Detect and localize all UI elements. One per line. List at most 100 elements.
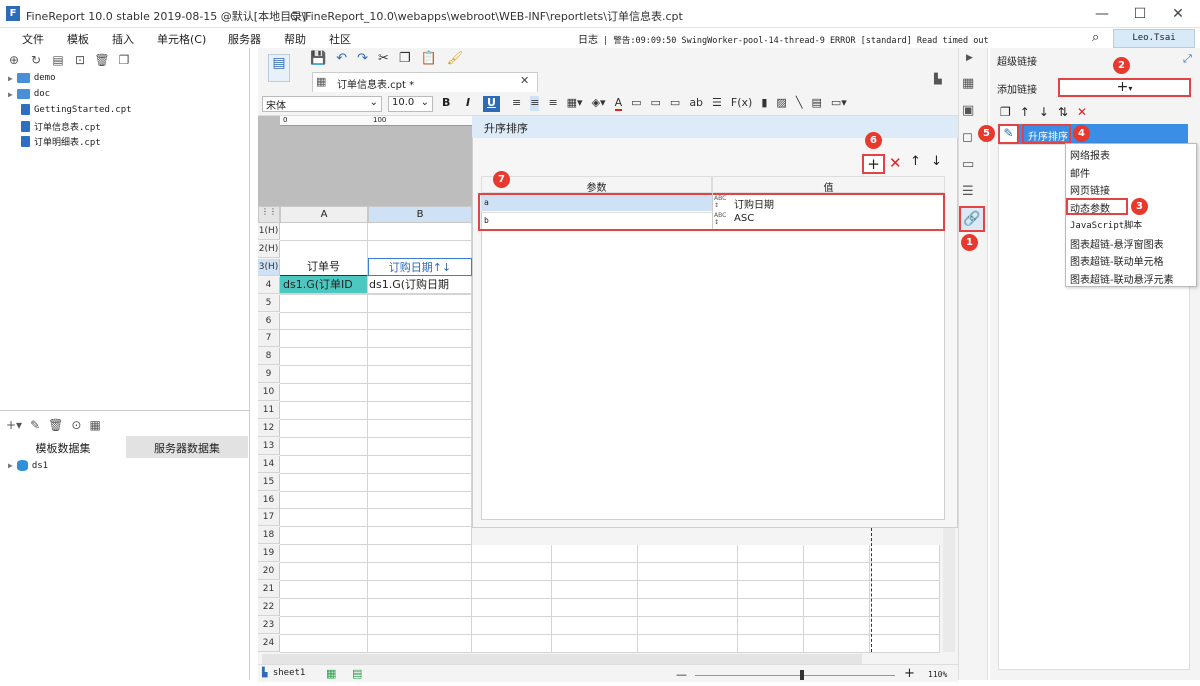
cell-attr-icon[interactable]: ▦ (962, 76, 974, 91)
maximize-icon[interactable]: ☐ (1130, 6, 1150, 22)
grid-cell[interactable] (552, 635, 638, 653)
grid-cell[interactable] (552, 563, 638, 581)
grid-cell[interactable] (638, 617, 738, 635)
grid-cell[interactable] (552, 581, 638, 599)
grid-cell[interactable] (368, 545, 472, 563)
grid-cell[interactable] (368, 330, 472, 348)
grid-cell[interactable] (280, 241, 368, 259)
delete-icon[interactable]: ✕ (1077, 105, 1087, 119)
row-header[interactable]: 18 (258, 527, 280, 544)
fill-color-icon[interactable]: ◈▾ (592, 96, 606, 111)
param-value-a[interactable]: 订购日期 (734, 196, 774, 211)
hyperlink-icon[interactable]: 🔗 (959, 206, 985, 232)
grid-cell[interactable] (368, 509, 472, 527)
grid-cell[interactable] (804, 635, 870, 653)
minimize-icon[interactable]: — (1092, 6, 1112, 22)
menu-insert[interactable]: 插入 (112, 31, 134, 47)
image-icon[interactable]: ▨ (776, 96, 786, 111)
zoom-in-icon[interactable]: + (904, 666, 915, 681)
grid-cell[interactable] (552, 599, 638, 617)
cell-a4[interactable]: ds1.G(订单ID (280, 276, 368, 294)
grid-cell[interactable] (280, 348, 368, 366)
grid-cell[interactable] (738, 545, 804, 563)
grid-cell[interactable] (368, 438, 472, 456)
grid-cell[interactable] (368, 635, 472, 653)
grid-cell[interactable] (280, 384, 368, 402)
dropdown-item-dynamic-param[interactable]: 动态参数 (1070, 200, 1110, 215)
refresh-icon[interactable]: ↻ (28, 52, 44, 68)
add-dataset-icon[interactable]: +▾ (6, 418, 22, 432)
row-header[interactable]: 19 (258, 545, 280, 562)
param-name-b[interactable]: b (481, 212, 712, 228)
close-window-icon[interactable]: ✕ (1168, 6, 1188, 22)
paragraph-icon[interactable]: ☰ (712, 96, 722, 111)
param-value-b[interactable]: ASC (734, 213, 754, 224)
row-header[interactable]: 13 (258, 438, 280, 455)
param-type-icon[interactable]: ABC ↕ (714, 212, 731, 227)
grid-cell[interactable] (280, 617, 368, 635)
move-up-icon[interactable]: ↑ (910, 154, 921, 169)
expand-icon[interactable]: ⤢ (1183, 52, 1192, 66)
delete-icon[interactable]: 🗑 (48, 418, 63, 432)
italic-icon[interactable]: I (466, 96, 470, 109)
menu-file[interactable]: 文件 (22, 31, 44, 47)
grid-cell[interactable] (280, 635, 368, 653)
zoom-slider[interactable] (695, 675, 895, 676)
close-tab-icon[interactable]: ✕ (520, 74, 529, 87)
grid-cell[interactable] (368, 599, 472, 617)
tree-item-order-detail[interactable]: 订单明细表.cpt (21, 135, 101, 148)
remove-param-icon[interactable]: ✕ (889, 154, 902, 172)
grid-cell[interactable] (280, 474, 368, 492)
align-center-icon[interactable]: ≡ (530, 96, 540, 111)
align-left-icon[interactable]: ≡ (512, 96, 521, 111)
grid-cell[interactable] (804, 599, 870, 617)
row-header[interactable]: 4 (258, 277, 280, 294)
row-header[interactable]: 3(H) (258, 259, 280, 276)
row-header[interactable]: 12 (258, 420, 280, 437)
font-color-icon[interactable]: A (614, 96, 623, 111)
add-link-button[interactable]: +▾ (1058, 78, 1191, 97)
grid-cell[interactable] (738, 563, 804, 581)
sheet-tab[interactable]: ▙ sheet1 (262, 668, 305, 678)
dropdown-item-web-report[interactable]: 网络报表 (1070, 147, 1110, 162)
row-header[interactable]: 5 (258, 295, 280, 312)
grid-cell[interactable] (368, 527, 472, 545)
dropdown-item-web-link[interactable]: 网页链接 (1070, 182, 1110, 197)
element-icon[interactable]: ▭ (962, 157, 974, 172)
link-name[interactable]: 升序排序 (1022, 124, 1071, 144)
unmerge-icon[interactable]: ▭ (651, 96, 661, 111)
grid-cell[interactable] (368, 223, 472, 241)
format-painter-icon[interactable]: 🖌 (447, 51, 464, 66)
row-header[interactable]: 21 (258, 581, 280, 598)
grid-cell[interactable] (552, 617, 638, 635)
menu-template[interactable]: 模板 (67, 31, 89, 47)
cell-a3[interactable]: 订单号 (280, 258, 368, 276)
grid-cell[interactable] (368, 492, 472, 509)
grid-cell[interactable] (368, 617, 472, 635)
edit-link-icon[interactable]: ✎ (998, 124, 1019, 144)
datasource-icon[interactable]: ☰ (962, 184, 974, 199)
condition-icon[interactable]: ▣ (962, 103, 974, 118)
dropdown-item-javascript[interactable]: JavaScript脚本 (1070, 218, 1142, 231)
tab-template-dataset[interactable]: 模板数据集 (0, 436, 126, 458)
grid-cell[interactable] (368, 420, 472, 438)
grid-cell[interactable] (638, 545, 738, 563)
grid-cell[interactable] (638, 599, 738, 617)
grid-cell[interactable] (280, 527, 368, 545)
underline-icon[interactable]: U (483, 96, 500, 112)
grid-cell[interactable] (280, 438, 368, 456)
horizontal-scrollbar[interactable] (262, 654, 862, 664)
tab-order-info[interactable]: 订单信息表.cpt * (312, 72, 538, 92)
copy-icon[interactable]: ❐ (399, 51, 411, 66)
add-poly-sheet-icon[interactable]: ▤ (352, 667, 362, 680)
dropdown-item-chart-float[interactable]: 图表超链-悬浮窗图表 (1070, 236, 1164, 251)
grid-cell[interactable] (472, 581, 552, 599)
grid-cell[interactable] (280, 492, 368, 509)
font-select[interactable]: 宋体 ⌄ (262, 96, 382, 112)
param-type-icon[interactable]: ABC ↕ (714, 195, 731, 210)
grid-cell[interactable] (368, 384, 472, 402)
lock-icon[interactable]: ⊡ (72, 52, 88, 68)
zoom-out-icon[interactable]: — (676, 668, 687, 681)
param-name-a[interactable]: a (481, 195, 712, 211)
row-header[interactable]: 11 (258, 402, 280, 419)
